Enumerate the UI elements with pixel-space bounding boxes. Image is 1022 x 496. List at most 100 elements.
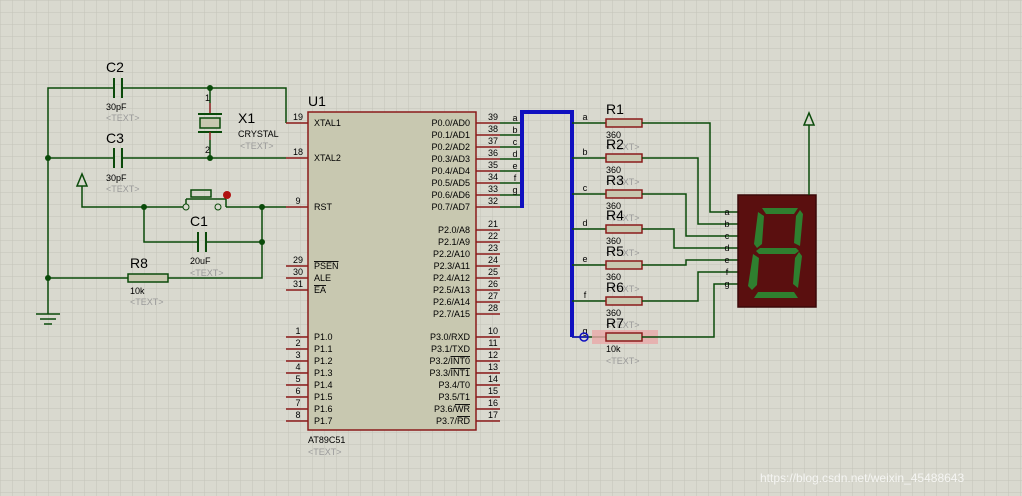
chip-pin-number: 25 [488, 267, 498, 277]
resistor-ref: R1 [606, 101, 624, 117]
chip-pin-number: 5 [295, 374, 300, 384]
resistor-ref: R2 [606, 136, 624, 152]
resistor-body-r4[interactable] [605, 224, 643, 234]
resistor-body-r2[interactable] [605, 153, 643, 163]
chip-pin-name: P2.4/A12 [433, 273, 470, 283]
chip-pin-number: 2 [295, 338, 300, 348]
resistor-text: <TEXT> [606, 356, 640, 366]
schematic-canvas[interactable]: C2 30pF <TEXT> C3 30pF <TEXT> 1 2 X1 CRY… [0, 0, 1022, 496]
chip-pin-number: 11 [488, 338, 497, 348]
chip-pin-number: 8 [295, 410, 300, 420]
chip-pin-number: 21 [488, 219, 498, 229]
chip-pin-number: 22 [488, 231, 498, 241]
c1-ref: C1 [190, 213, 208, 229]
chip-pin-name: P0.2/AD2 [431, 142, 470, 152]
chip-pin-number: 28 [488, 303, 498, 313]
chip-pin-name: P3.3/INT1 [429, 368, 470, 378]
chip-pin-name: P1.7 [314, 416, 333, 426]
chip-pin-number: 29 [293, 255, 303, 265]
chip-pin-number: 19 [293, 112, 303, 122]
chip-pin-number: 16 [488, 398, 498, 408]
bus-net-label: a [512, 113, 517, 123]
chip-pin-name: P2.1/A9 [438, 237, 470, 247]
chip-pin-name: P3.1/TXD [431, 344, 471, 354]
c2-ref: C2 [106, 59, 124, 75]
chip-text: <TEXT> [308, 447, 342, 457]
resistor-net-label: d [582, 218, 587, 228]
chip-pin-number: 36 [488, 148, 498, 158]
resistor-ref: R3 [606, 172, 624, 188]
bus-net-label: d [512, 149, 517, 159]
chip-pin-name: P2.7/A15 [433, 309, 470, 319]
chip-pin-name: P2.6/A14 [433, 297, 470, 307]
chip-pin-name: P0.4/AD4 [431, 166, 470, 176]
chip-pin-number: 10 [488, 326, 498, 336]
resistor-ref: R7 [606, 315, 624, 331]
chip-pin-number: 31 [293, 279, 303, 289]
resistor-body-r5[interactable] [605, 260, 643, 270]
display-pin-label: b [724, 219, 729, 229]
chip-pin-name: P1.3 [314, 368, 333, 378]
chip-pin-name: P0.6/AD6 [431, 190, 470, 200]
c2-text: <TEXT> [106, 113, 140, 123]
chip-pin-name: P1.2 [314, 356, 333, 366]
chip-pin-name: P3.0/RXD [430, 332, 471, 342]
chip-pin-name: P2.2/A10 [433, 249, 470, 259]
chip-pin-number: 34 [488, 172, 498, 182]
display-pin-label: g [724, 279, 729, 289]
chip-pin-number: 30 [293, 267, 303, 277]
display-pin-label: c [725, 231, 730, 241]
resistor-body-r1[interactable] [605, 118, 643, 128]
resistor-value: 10k [606, 344, 621, 354]
chip-pin-number: 3 [295, 350, 300, 360]
r8-text: <TEXT> [130, 297, 164, 307]
chip-pin-number: 18 [293, 147, 303, 157]
chip-pin-name: P3.5/T1 [438, 392, 470, 402]
chip-pin-name: P3.4/T0 [438, 380, 470, 390]
seven-segment-display[interactable]: abcdefg [724, 194, 817, 308]
chip-pin-name: ALE [314, 273, 331, 283]
chip-pin-name: P0.3/AD3 [431, 154, 470, 164]
watermark: https://blog.csdn.net/weixin_45488643 [760, 471, 964, 485]
chip-pin-number: 9 [295, 196, 300, 206]
chip-part: AT89C51 [308, 435, 345, 445]
x1-pin2: 2 [205, 145, 210, 155]
chip-pin-number: 35 [488, 160, 498, 170]
resistor-net-label: a [582, 112, 587, 122]
grid-background [0, 0, 1022, 496]
chip-pin-name: P0.0/AD0 [431, 118, 470, 128]
x1-pin1: 1 [205, 93, 210, 103]
chip-pin-name: P2.5/A13 [433, 285, 470, 295]
chip-pin-name: P2.0/A8 [438, 225, 470, 235]
resistor-body-r3[interactable] [605, 189, 643, 199]
resistor-ref: R5 [606, 243, 624, 259]
resistor-net-label: e [582, 254, 587, 264]
chip-pin-number: 12 [488, 350, 498, 360]
x1-ref: X1 [238, 110, 255, 126]
chip-pin-number: 23 [488, 243, 498, 253]
chip-pin-number: 13 [488, 362, 498, 372]
display-pin-label: a [724, 207, 729, 217]
c3-ref: C3 [106, 130, 124, 146]
chip-ref: U1 [308, 93, 326, 109]
chip-pin-name: P1.0 [314, 332, 333, 342]
chip-pin-name: PSEN [314, 261, 339, 271]
chip-pin-name: P0.5/AD5 [431, 178, 470, 188]
chip-pin-number: 15 [488, 386, 498, 396]
resistor-ref: R4 [606, 207, 624, 223]
bus-net-label: c [513, 137, 518, 147]
chip-pin-number: 33 [488, 184, 498, 194]
chip-pin-number: 26 [488, 279, 498, 289]
chip-pin-name: EA [314, 285, 326, 295]
chip-pin-number: 39 [488, 112, 498, 122]
bus-net-label: b [512, 125, 517, 135]
resistor-body-r6[interactable] [605, 296, 643, 306]
chip-pin-number: 14 [488, 374, 498, 384]
chip-pin-number: 38 [488, 124, 498, 134]
resistor-body-r7[interactable] [605, 332, 643, 342]
chip-pin-name: XTAL1 [314, 118, 341, 128]
chip-pin-name: XTAL2 [314, 153, 341, 163]
display-pin-label: e [724, 255, 729, 265]
chip-pin-name: P2.3/A11 [434, 261, 470, 271]
x1-value: CRYSTAL [238, 129, 279, 139]
